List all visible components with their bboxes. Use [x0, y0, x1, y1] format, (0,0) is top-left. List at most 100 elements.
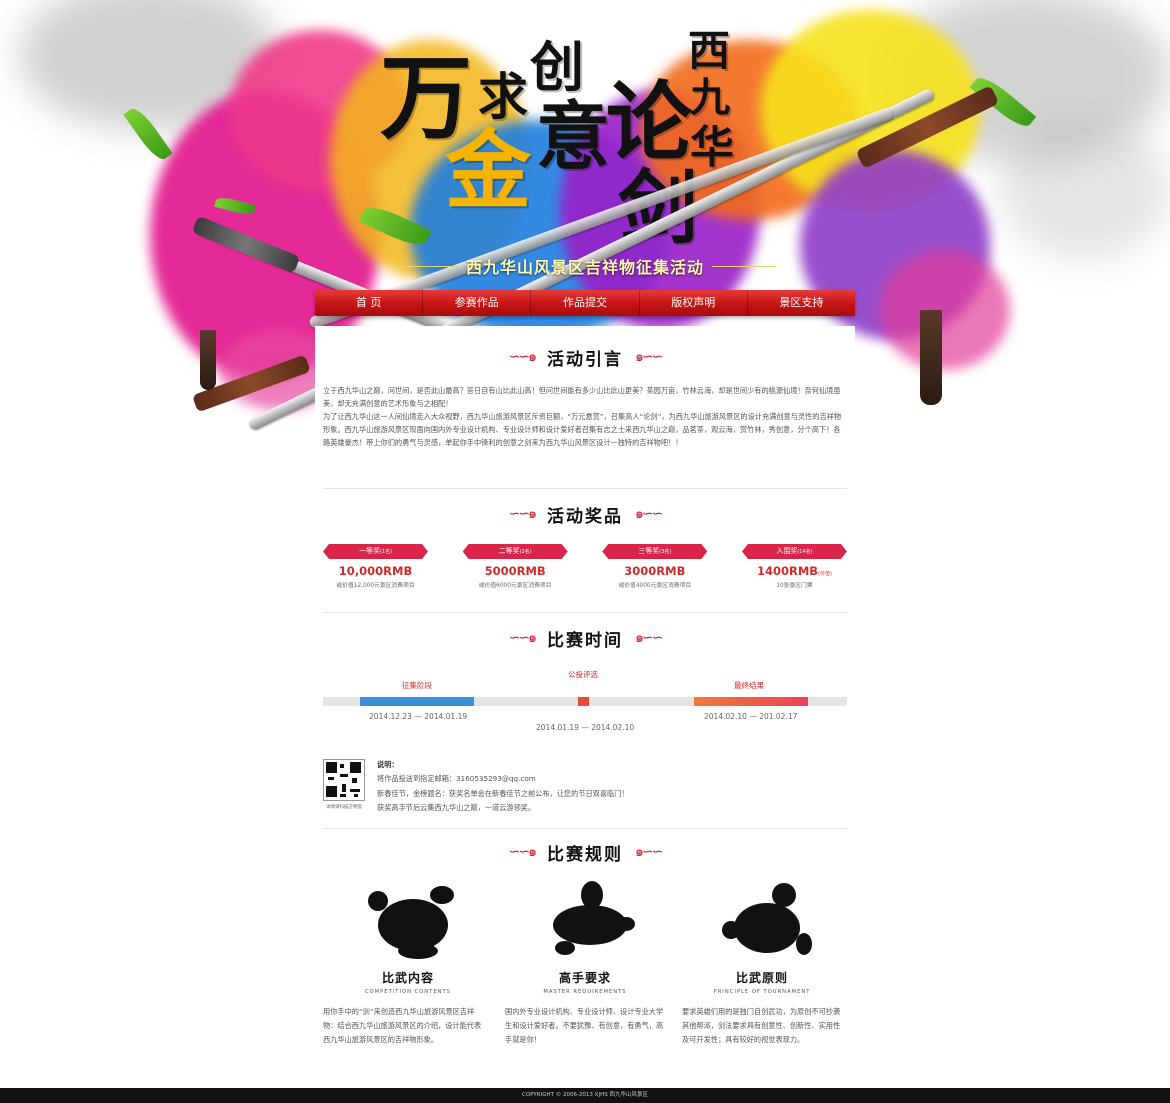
main-content: ∽∽๑ 活动引言 ๑∽∽ 立于西九华山之巅，问世间，是否此山最高？答日自有山比此… [315, 326, 855, 1086]
sword-tassel [920, 310, 942, 405]
intro-paragraph: 为了让西九华山这一人间仙境走入大众视野，西九华山旅游风景区斥资巨额，“万元悬赏”… [323, 412, 842, 447]
title-char: 西 [688, 26, 731, 75]
prize-count: (3名) [659, 549, 672, 555]
subtitle-rule [395, 265, 458, 267]
title-char: 华 [690, 122, 734, 173]
prize-amount-value: 5000RMB [484, 564, 546, 578]
rule-subtitle: PRINCIPLE OF TOURNAMENT [713, 989, 811, 995]
divider [323, 612, 847, 613]
rule-text: 用你手中的“剑”来创造西九华山旅游风景区吉祥物：结合西九华山旅游风景区的介绍，设… [323, 1007, 482, 1044]
rules-list: 比武内容 COMPETITION CONTENTS 用你手中的“剑”来创造西九华… [323, 881, 847, 1071]
timeline-stage-label: 征集阶段 [402, 681, 432, 690]
section-title-text: 比赛规则 [547, 844, 623, 865]
rule-title: 高手要求 [558, 971, 611, 985]
prize-item-finalist: 入围奖(14名) 1400RMB(价值) 10张景区门票 [742, 544, 847, 589]
prize-label: 三等奖 [638, 547, 660, 555]
prize-amount: 1400RMB(价值) [742, 564, 847, 578]
ink-mist [1000, 120, 1170, 260]
rule-subtitle: COMPETITION CONTENTS [365, 989, 451, 995]
prize-label: 一等奖 [358, 547, 380, 555]
cloud-ornament-icon: ∽∽๑ [508, 349, 537, 365]
hero-subtitle: 西九华山风景区吉祥物征集活动 [466, 258, 705, 277]
prize-amount-note: (价值) [818, 571, 832, 577]
prize-note: 10张景区门票 [776, 583, 813, 589]
timeline-stage-date: 2014.12.23 — 2014.01.19 [369, 712, 468, 721]
prize-note: 或价值12,000元景区消费项目 [336, 583, 415, 589]
explanation-head: 说明： [377, 760, 399, 769]
subtitle-rule [712, 265, 776, 267]
cloud-ornament-icon: ๑∽∽ [635, 844, 663, 860]
ink-splash-icon [545, 881, 635, 961]
qr-code-icon[interactable] [323, 759, 365, 801]
prize-label: 二等奖 [498, 547, 520, 555]
divider [323, 488, 847, 489]
nav-submit[interactable]: 作品提交 [531, 290, 640, 316]
section-title-rules: ∽∽๑ 比赛规则 ๑∽∽ [315, 837, 855, 867]
prize-amount-value: 1400RMB [756, 564, 819, 578]
prize-list: 一等奖(1名) 10,000RMB 或价值12,000元景区消费项目 二等奖(2… [323, 544, 847, 589]
prize-amount-value: 3000RMB [624, 564, 686, 578]
section-title-text: 比赛时间 [547, 630, 623, 651]
prize-amount: 3000RMB [602, 564, 707, 578]
timeline-track [323, 697, 847, 706]
rule-text: 要求英雄们用的是独门自创武功，为原创不可抄袭其他帮派，剑法要求具有创意性、创新性… [682, 1007, 841, 1044]
intro-text: 立于西九华山之巅，问世间，是否此山最高？答日自有山比此山高！但问世间能有多少山比… [323, 384, 847, 449]
prize-item-first: 一等奖(1名) 10,000RMB 或价值12,000元景区消费项目 [323, 544, 428, 589]
title-char: 金 [445, 120, 531, 221]
prize-item-third: 三等奖(3名) 3000RMB 或价值4000元景区消费项目 [602, 544, 707, 589]
rule-title: 比武内容 [381, 971, 434, 985]
qr-caption: 详情请扫描方物官 [326, 805, 362, 810]
section-title-time: ∽∽๑ 比赛时间 ๑∽∽ [315, 623, 855, 653]
explanation-line: 新春佳节，金榜题名：获奖名单会在新春佳节之前公布，让您的节日双喜临门！ [377, 788, 629, 798]
prize-ribbon: 三等奖(3名) [602, 544, 707, 559]
prize-count: (2名) [519, 549, 532, 555]
intro-paragraph: 立于西九华山之巅，问世间，是否此山最高？答日自有山比此山高！但问世间能有多少山比… [323, 386, 841, 408]
cloud-ornament-icon: ∽∽๑ [508, 506, 537, 522]
rule-subtitle: MASTER REQUIREMENTS [543, 989, 627, 995]
cloud-ornament-icon: ∽∽๑ [508, 844, 537, 860]
title-char: 九 [690, 74, 730, 121]
section-title-prizes: ∽∽๑ 活动奖品 ๑∽∽ [315, 499, 855, 529]
explanation: 说明： 将作品投送到指定邮箱：3160535293@qq.com 新春佳节，金榜… [377, 758, 629, 815]
ink-splash-icon [368, 881, 458, 961]
title-char: 求 [478, 67, 528, 126]
timeline-segment-result [694, 697, 808, 706]
cloud-ornament-icon: ∽∽๑ [508, 630, 537, 646]
cloud-ornament-icon: ๑∽∽ [635, 506, 663, 522]
title-char: 创 [530, 35, 584, 99]
prize-item-second: 二等奖(2名) 5000RMB 或价值6000元景区消费项目 [463, 544, 568, 589]
timeline-stage-date: 2014.01.19 — 2014.02.10 [536, 723, 635, 732]
sword-tassel [200, 330, 216, 390]
footer: COPYRIGHT © 2006-2013 XJHS 西九华山风景区 [0, 1088, 1170, 1103]
explanation-line: 获奖高手节后云集西九华山之巅，一道云游领奖。 [377, 802, 536, 812]
section-title-text: 活动奖品 [547, 506, 623, 527]
nav-support[interactable]: 景区支持 [748, 290, 855, 316]
prize-ribbon: 二等奖(2名) [463, 544, 568, 559]
main-nav: 首 页 参赛作品 作品提交 版权声明 景区支持 [315, 290, 855, 316]
section-title-intro: ∽∽๑ 活动引言 ๑∽∽ [315, 342, 855, 372]
prize-ribbon: 入围奖(14名) [742, 544, 847, 559]
prize-note: 或价值4000元景区消费项目 [618, 583, 692, 589]
timeline-stage-label: 公投评选 [568, 670, 598, 679]
prize-ribbon: 一等奖(1名) [323, 544, 428, 559]
rule-title: 比武原则 [735, 971, 788, 985]
prize-amount-value: 10,000RMB [338, 564, 413, 578]
timeline-stage-date: 2014.02.10 — 201.02.17 [704, 712, 798, 721]
cloud-ornament-icon: ๑∽∽ [635, 630, 663, 646]
prize-amount: 5000RMB [463, 564, 568, 578]
timeline-segment-collect [360, 697, 474, 706]
title-char: 意 [536, 94, 610, 180]
timeline-stage-label: 最终结果 [734, 681, 764, 690]
prize-amount: 10,000RMB [323, 564, 428, 578]
prize-count: (14名) [797, 549, 813, 555]
section-title-text: 活动引言 [547, 349, 623, 370]
prize-note: 或价值6000元景区消费项目 [478, 583, 552, 589]
nav-entries[interactable]: 参赛作品 [423, 290, 532, 316]
nav-copyright[interactable]: 版权声明 [640, 290, 748, 316]
cloud-ornament-icon: ๑∽∽ [635, 349, 663, 365]
nav-home[interactable]: 首 页 [315, 290, 424, 316]
explanation-line: 将作品投送到指定邮箱：3160535293@qq.com [377, 774, 536, 784]
ink-splash-icon [722, 881, 812, 961]
timeline-segment-vote [578, 697, 589, 706]
copyright-text: COPYRIGHT © 2006-2013 XJHS 西九华山风景区 [522, 1092, 648, 1098]
